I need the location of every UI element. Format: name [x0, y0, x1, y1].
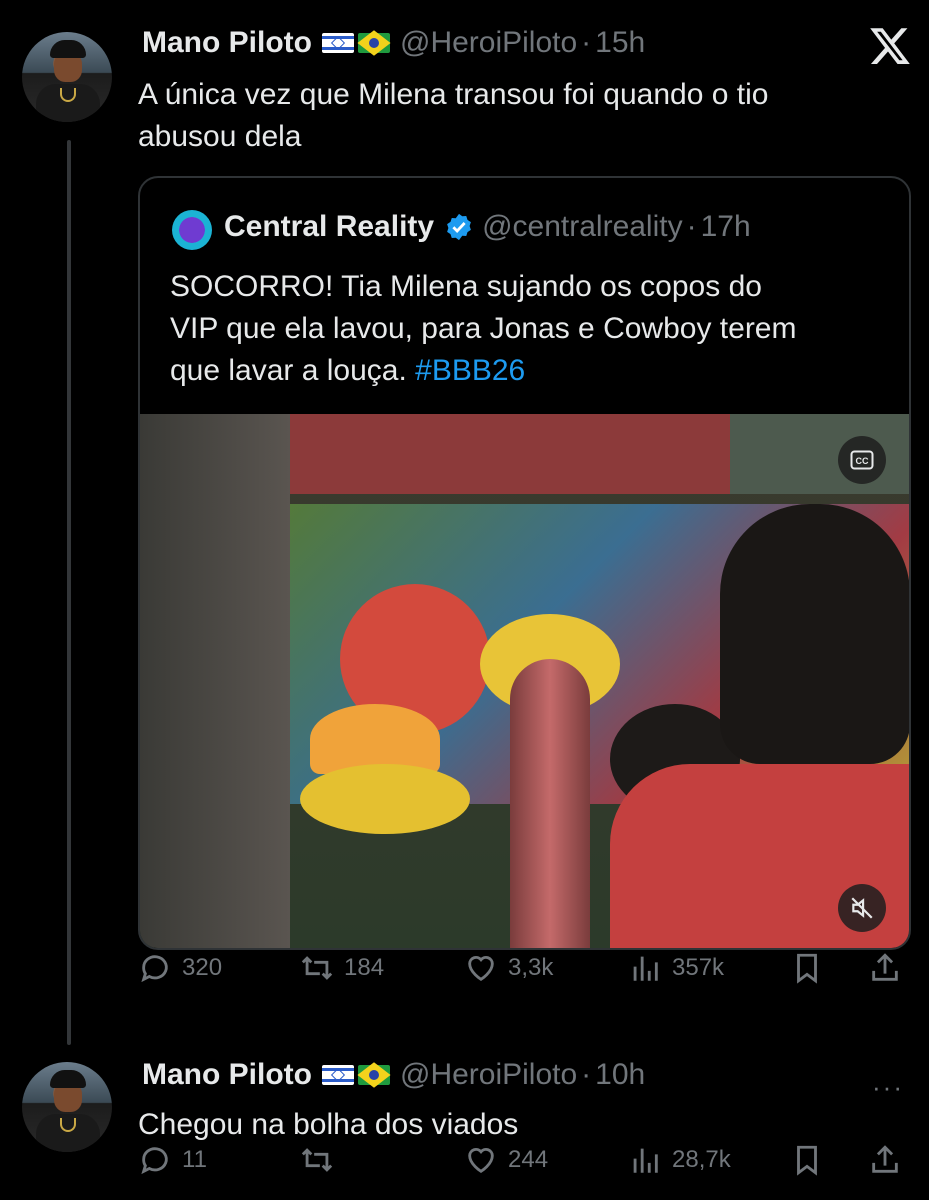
separator-dot: · [686, 210, 697, 243]
captions-button[interactable]: CC [838, 436, 886, 484]
cc-label: CC [856, 456, 869, 466]
repost-icon [301, 956, 333, 980]
post-header: Mano Piloto @HeroiPiloto · 15h [142, 26, 645, 60]
quoted-text: SOCORRO! Tia Milena sujando os copos do … [170, 266, 890, 392]
reply-author-handle[interactable]: @HeroiPiloto [400, 1058, 577, 1092]
author-name[interactable]: Mano Piloto [142, 26, 312, 60]
verified-icon [447, 213, 471, 241]
repost-button[interactable] [300, 1143, 334, 1177]
brazil-flag-icon [357, 1062, 391, 1088]
video-lemons [300, 764, 470, 834]
mute-icon [851, 897, 873, 919]
reply-author-name[interactable]: Mano Piloto [142, 1058, 312, 1092]
reply-icon [141, 955, 168, 983]
video-hair [720, 504, 909, 764]
repost-count: 184 [344, 954, 385, 981]
quoted-time[interactable]: 17h [701, 210, 751, 244]
reply-header: Mano Piloto @HeroiPiloto · 10h [142, 1058, 645, 1092]
quoted-header: Central Reality @centralreality · 17h [224, 210, 751, 244]
bookmark-button[interactable] [790, 1143, 824, 1177]
author-handle[interactable]: @HeroiPiloto [400, 26, 577, 60]
avatar[interactable] [22, 32, 112, 122]
bookmark-button[interactable] [790, 951, 824, 985]
like-count: 3,3k [508, 954, 554, 981]
repost-button[interactable]: 184 [300, 951, 384, 985]
reply-count: 320 [182, 954, 223, 981]
views-count: 357k [672, 954, 725, 981]
like-button[interactable]: 3,3k [464, 951, 553, 985]
reply-button[interactable]: 320 [138, 951, 222, 985]
hashtag-link[interactable]: #BBB26 [415, 354, 525, 387]
quoted-text-line: que lavar a louça. #BBB26 [170, 350, 890, 392]
repost-icon [301, 1148, 333, 1172]
post-time[interactable]: 15h [595, 26, 645, 60]
separator-dot: · [581, 26, 592, 59]
quoted-author-name[interactable]: Central Reality [224, 210, 434, 244]
quoted-avatar[interactable] [172, 210, 212, 250]
video-cabinet [290, 414, 730, 494]
post-text: A única vez que Milena transou foi quand… [138, 74, 768, 158]
israel-flag-icon [321, 33, 354, 53]
like-count: 244 [508, 1146, 549, 1173]
cc-icon: CC [850, 450, 874, 470]
quoted-text-line: VIP que ela lavou, para Jonas e Cowboy t… [170, 312, 797, 345]
post-text-line: abusou dela [138, 120, 302, 153]
quoted-author-handle[interactable]: @centralreality [482, 210, 683, 244]
separator-dot: · [581, 1058, 592, 1091]
like-icon [468, 956, 494, 982]
views-icon [633, 1148, 658, 1173]
views-button[interactable]: 357k [628, 951, 724, 985]
flag-emojis [321, 30, 391, 56]
share-button[interactable] [868, 1143, 902, 1177]
more-icon[interactable]: ··· [872, 1072, 904, 1103]
reply-button[interactable]: 11 [138, 1143, 207, 1177]
bookmark-icon [797, 953, 817, 984]
israel-flag-icon [321, 1065, 354, 1085]
video-player[interactable]: CC [140, 414, 909, 948]
video-bottle [510, 659, 590, 948]
like-icon [468, 1148, 494, 1174]
flag-emojis [321, 1062, 391, 1088]
reply-avatar[interactable] [22, 1062, 112, 1152]
post-text-line: A única vez que Milena transou foi quand… [138, 78, 769, 111]
share-icon [872, 953, 898, 981]
views-button[interactable]: 28,7k [628, 1143, 731, 1177]
share-button[interactable] [868, 951, 902, 985]
brazil-flag-icon [357, 30, 391, 56]
x-logo-icon[interactable] [868, 24, 912, 68]
reply-text: Chegou na bolha dos viados [138, 1108, 519, 1141]
views-count: 28,7k [672, 1146, 731, 1173]
video-door [140, 414, 290, 948]
mute-button[interactable] [838, 884, 886, 932]
views-icon [633, 956, 658, 981]
share-icon [872, 1145, 898, 1173]
reply-time[interactable]: 10h [595, 1058, 645, 1092]
reply-count: 11 [182, 1146, 207, 1173]
bookmark-icon [797, 1145, 817, 1176]
thread-line [67, 140, 71, 1045]
like-button[interactable]: 244 [464, 1143, 548, 1177]
quoted-text-prefix: que lavar a louça. [170, 354, 416, 387]
quoted-text-line: SOCORRO! Tia Milena sujando os copos do [170, 270, 762, 303]
quoted-tweet[interactable]: Central Reality @centralreality · 17h SO… [138, 176, 911, 950]
reply-icon [141, 1147, 168, 1175]
